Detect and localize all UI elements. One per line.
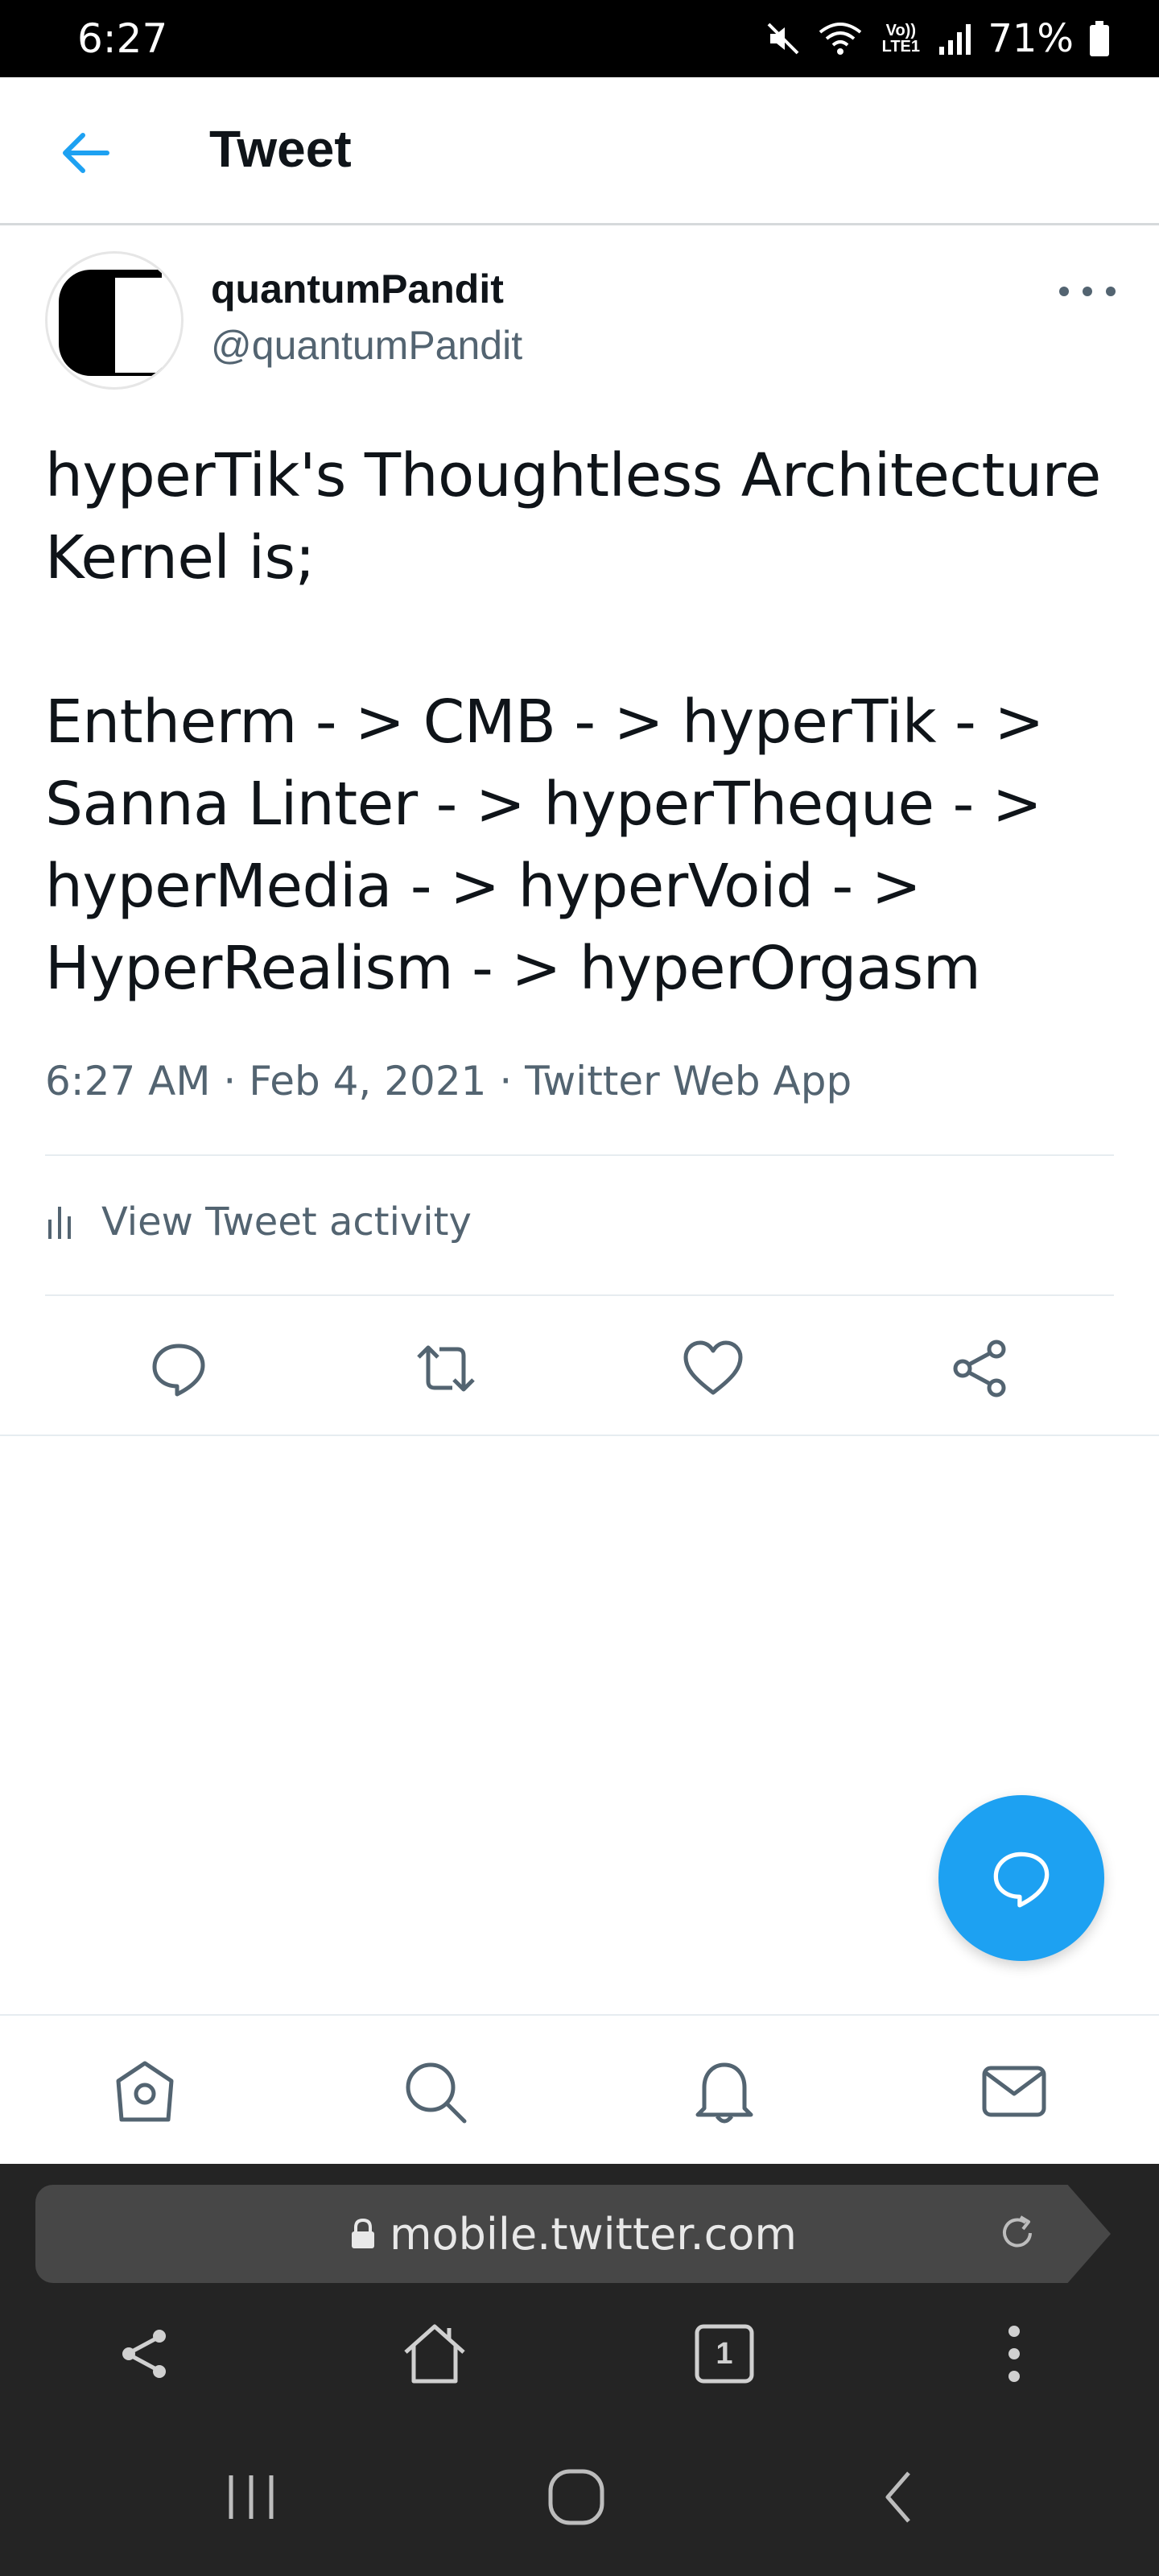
tab-count: 1 bbox=[716, 2336, 733, 2371]
avatar[interactable] bbox=[45, 251, 184, 390]
like-button[interactable] bbox=[681, 1336, 745, 1401]
tab-notifications[interactable] bbox=[686, 2053, 763, 2130]
retweet-icon bbox=[417, 1345, 475, 1392]
more-vertical-icon bbox=[1008, 2326, 1020, 2382]
notifications-icon bbox=[695, 2062, 753, 2124]
bottom-tab-bar bbox=[0, 2014, 1159, 2164]
recent-apps-icon bbox=[229, 2475, 274, 2519]
tab-search[interactable] bbox=[396, 2053, 473, 2130]
recent-apps-button[interactable] bbox=[211, 2457, 291, 2537]
home-icon bbox=[116, 2061, 174, 2122]
signal-icon bbox=[938, 21, 973, 56]
browser-toolbar: mobile.twitter.com 1 bbox=[0, 2164, 1159, 2576]
browser-share-button[interactable] bbox=[105, 2314, 185, 2394]
battery-percent: 71% bbox=[988, 16, 1074, 61]
analytics-icon bbox=[48, 1207, 71, 1239]
arrow-left-icon bbox=[63, 133, 109, 173]
url-text: mobile.twitter.com bbox=[390, 2208, 797, 2260]
share-icon bbox=[122, 2330, 166, 2378]
tweet-actions bbox=[0, 1320, 1159, 1409]
reply-icon bbox=[993, 1852, 1050, 1908]
search-icon bbox=[406, 2062, 467, 2124]
reply-button[interactable] bbox=[146, 1336, 211, 1401]
mute-icon bbox=[764, 19, 802, 58]
view-tweet-activity-link[interactable]: View Tweet activity bbox=[45, 1199, 472, 1245]
tab-home[interactable] bbox=[106, 2053, 184, 2130]
back-nav-button[interactable] bbox=[858, 2457, 938, 2537]
wifi-icon bbox=[817, 19, 864, 58]
lock-icon bbox=[349, 2218, 377, 2250]
divider bbox=[0, 1435, 1159, 1436]
network-label: Vo)) LTE1 bbox=[881, 22, 921, 56]
activity-label: View Tweet activity bbox=[101, 1199, 472, 1245]
more-options-button[interactable] bbox=[1059, 275, 1116, 308]
reply-icon bbox=[152, 1344, 205, 1397]
divider bbox=[45, 1294, 1114, 1296]
compose-reply-button[interactable] bbox=[938, 1795, 1104, 1961]
tab-messages[interactable] bbox=[975, 2053, 1053, 2130]
status-icons: Vo)) LTE1 71% bbox=[764, 16, 1111, 61]
browser-home-button[interactable] bbox=[394, 2314, 475, 2394]
tweet-text: hyperTik's Thoughtless Architecture Kern… bbox=[45, 441, 1101, 1003]
messages-icon bbox=[982, 2066, 1046, 2117]
home-nav-button[interactable] bbox=[536, 2457, 617, 2537]
divider bbox=[45, 1154, 1114, 1156]
author-display-name[interactable]: quantumPandit bbox=[211, 266, 504, 312]
page-title: Tweet bbox=[209, 120, 352, 178]
app-header: Tweet bbox=[0, 77, 1159, 225]
home-circle-icon bbox=[548, 2469, 604, 2525]
browser-tabs-button[interactable]: 1 bbox=[684, 2314, 765, 2394]
author-handle[interactable]: @quantumPandit bbox=[211, 322, 522, 369]
like-icon bbox=[683, 1340, 743, 1395]
browser-menu-button[interactable] bbox=[974, 2314, 1054, 2394]
home-icon bbox=[404, 2324, 465, 2384]
back-button[interactable] bbox=[53, 121, 118, 185]
share-button[interactable] bbox=[948, 1336, 1013, 1401]
reload-icon[interactable] bbox=[996, 2212, 1038, 2258]
status-time: 6:27 bbox=[77, 15, 168, 62]
status-bar: 6:27 Vo)) LTE1 71% bbox=[0, 0, 1159, 77]
battery-icon bbox=[1088, 19, 1111, 58]
retweet-button[interactable] bbox=[414, 1336, 478, 1401]
tweet-timestamp: 6:27 AM · Feb 4, 2021 · Twitter Web App bbox=[45, 1058, 852, 1104]
share-icon bbox=[953, 1340, 1006, 1397]
chevron-left-icon bbox=[885, 2471, 910, 2523]
url-bar[interactable]: mobile.twitter.com bbox=[35, 2185, 1111, 2283]
